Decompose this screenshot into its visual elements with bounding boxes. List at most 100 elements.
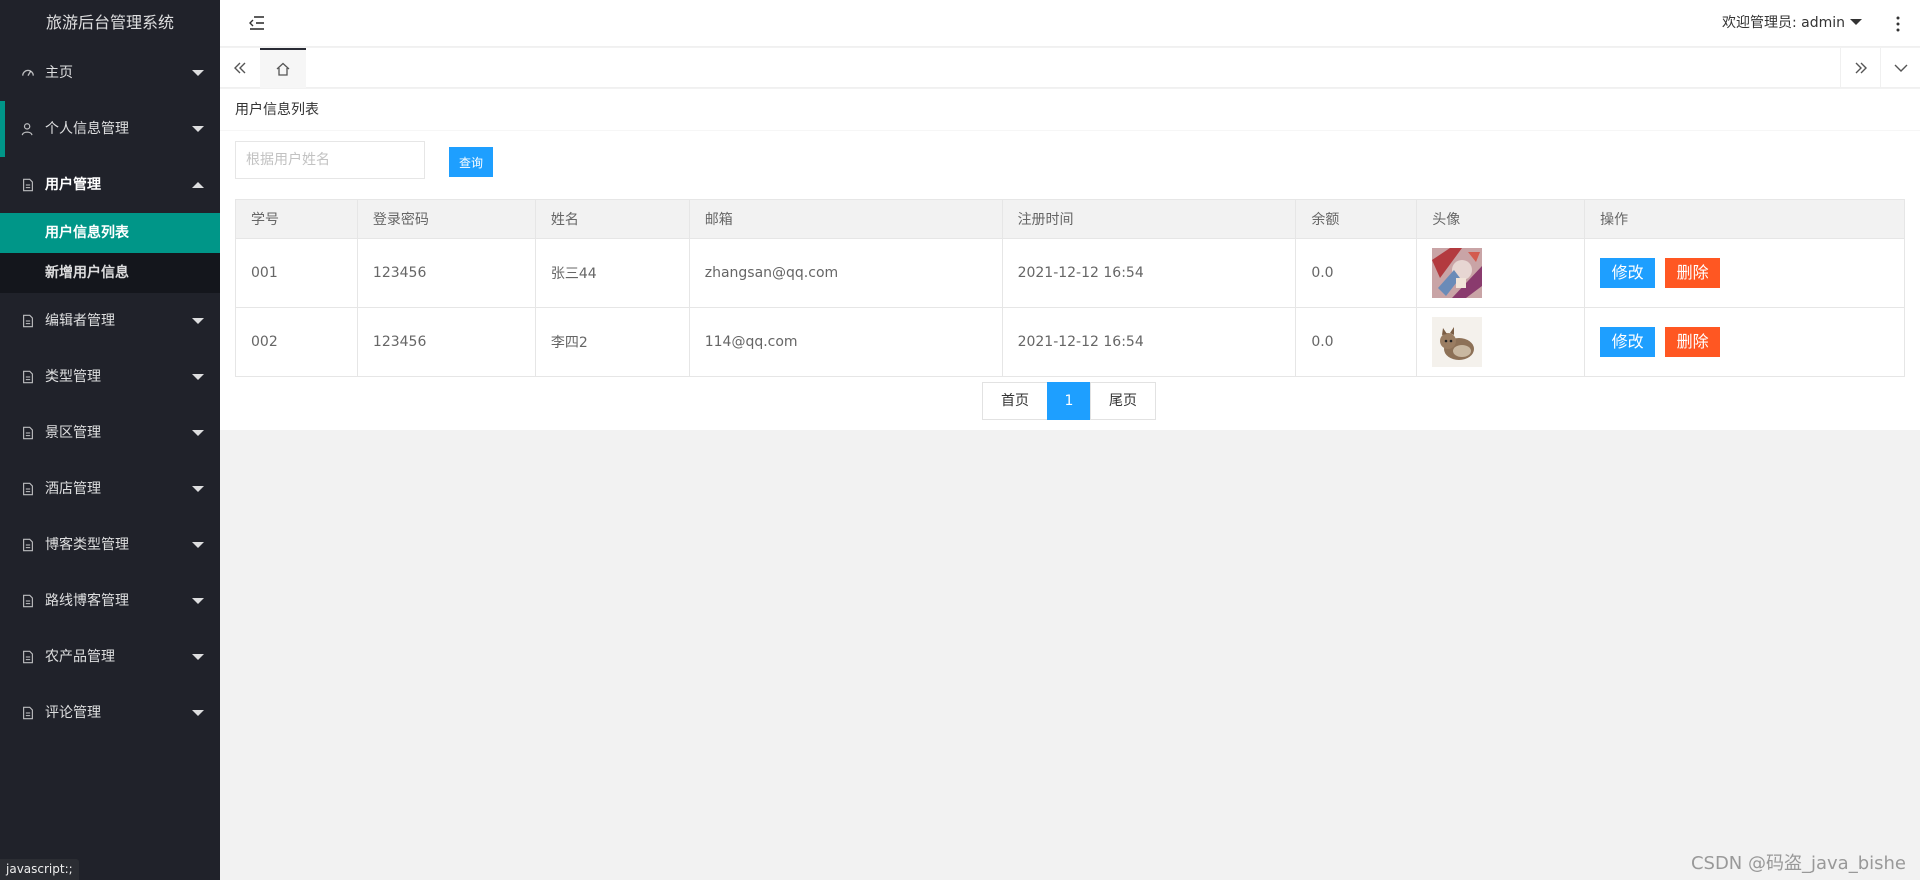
sidebar-subitem-user-list[interactable]: 用户信息列表 — [0, 213, 220, 253]
chevron-down-icon — [192, 654, 204, 660]
sidebar-item-users[interactable]: 用户管理 — [0, 157, 220, 213]
cell-avatar — [1416, 307, 1586, 377]
sidebar-item-hotels[interactable]: 酒店管理 — [0, 461, 220, 517]
chevron-down-icon — [192, 126, 204, 132]
menu-toggle-icon[interactable] — [248, 14, 266, 32]
chevron-down-icon — [192, 70, 204, 76]
pagination: 首页 1 尾页 — [982, 382, 1156, 420]
delete-button[interactable]: 删除 — [1665, 327, 1721, 357]
file-icon — [20, 649, 36, 665]
cell-name: 李四2 — [534, 307, 690, 377]
search-input[interactable] — [235, 141, 425, 179]
cell-password: 123456 — [356, 238, 536, 308]
sidebar-item-label: 农产品管理 — [45, 649, 115, 665]
cell-registered: 2021-12-12 16:54 — [1001, 307, 1297, 377]
sidebar-item-home[interactable]: 主页 — [0, 45, 220, 101]
sidebar-item-scenic[interactable]: 景区管理 — [0, 405, 220, 461]
card-title: 用户信息列表 — [220, 89, 1920, 131]
file-icon — [20, 537, 36, 553]
user-icon — [20, 121, 36, 137]
file-icon — [20, 425, 36, 441]
chevron-down-icon — [192, 318, 204, 324]
tab-home[interactable] — [260, 48, 306, 88]
sidebar-item-label: 景区管理 — [45, 425, 101, 441]
column-header: 登录密码 — [356, 199, 536, 239]
table-row: 001 123456 张三44 zhangsan@qq.com 2021-12-… — [235, 238, 1905, 308]
tabs-menu-chevron-down-icon[interactable] — [1880, 48, 1920, 88]
home-icon — [276, 62, 290, 76]
sidebar-item-label: 酒店管理 — [45, 481, 101, 497]
edit-button[interactable]: 修改 — [1600, 258, 1656, 288]
chevron-up-icon — [192, 182, 204, 188]
sidebar-item-label: 主页 — [45, 65, 73, 81]
sidebar-item-label: 用户管理 — [45, 177, 101, 193]
file-icon — [20, 313, 36, 329]
file-icon — [20, 705, 36, 721]
sidebar-item-editors[interactable]: 编辑者管理 — [0, 293, 220, 349]
sidebar-item-products[interactable]: 农产品管理 — [0, 629, 220, 685]
avatar — [1432, 248, 1483, 298]
content-card: 用户信息列表 查询 学号 登录密码 姓名 邮箱 注册时间 余额 头像 操作 00… — [220, 89, 1920, 430]
edit-button[interactable]: 修改 — [1600, 327, 1656, 357]
sidebar-item-label: 评论管理 — [45, 705, 101, 721]
column-header: 注册时间 — [1001, 199, 1297, 239]
sidebar-item-comments[interactable]: 评论管理 — [0, 685, 220, 741]
chevron-down-icon — [192, 710, 204, 716]
app-title: 旅游后台管理系统 — [0, 0, 220, 45]
chevron-down-icon — [192, 430, 204, 436]
top-header: 欢迎管理员: admin — [220, 0, 1920, 47]
chevron-down-icon — [192, 374, 204, 380]
cell-balance: 0.0 — [1295, 307, 1418, 377]
sidebar-item-label: 博客类型管理 — [45, 537, 129, 553]
tabs-bar — [220, 48, 1920, 88]
file-icon — [20, 593, 36, 609]
cell-actions: 修改 删除 — [1584, 238, 1905, 308]
chevron-down-icon — [192, 486, 204, 492]
user-table: 学号 登录密码 姓名 邮箱 注册时间 余额 头像 操作 001 123456 张… — [235, 199, 1905, 377]
admin-menu[interactable]: 欢迎管理员: admin — [1722, 0, 1862, 47]
file-icon — [20, 481, 36, 497]
search-button[interactable]: 查询 — [449, 147, 493, 177]
cell-email: zhangsan@qq.com — [688, 238, 1003, 308]
sidebar: 旅游后台管理系统 主页 个人信息管理 用户管理 用户信息列表 新增用户信息 编辑… — [0, 0, 220, 880]
column-header: 学号 — [235, 199, 358, 239]
scroll-tabs-left-icon[interactable] — [220, 48, 260, 88]
cell-id: 001 — [235, 238, 358, 308]
pager-first-button[interactable]: 首页 — [982, 382, 1048, 420]
sidebar-item-route-blogs[interactable]: 路线博客管理 — [0, 573, 220, 629]
sidebar-subnav-users: 用户信息列表 新增用户信息 — [0, 213, 220, 293]
column-header: 头像 — [1416, 199, 1586, 239]
sidebar-item-label: 编辑者管理 — [45, 313, 115, 329]
column-header: 姓名 — [534, 199, 690, 239]
cell-email: 114@qq.com — [688, 307, 1003, 377]
welcome-text: 欢迎管理员: admin — [1721, 15, 1845, 31]
table-row: 002 123456 李四2 114@qq.com 2021-12-12 16:… — [235, 307, 1905, 377]
dashboard-icon — [20, 65, 36, 81]
sidebar-item-profile[interactable]: 个人信息管理 — [0, 101, 220, 157]
column-header: 邮箱 — [688, 199, 1003, 239]
file-icon — [20, 369, 36, 385]
table-header-row: 学号 登录密码 姓名 邮箱 注册时间 余额 头像 操作 — [235, 199, 1905, 239]
sidebar-item-label: 类型管理 — [45, 369, 101, 385]
sidebar-item-types[interactable]: 类型管理 — [0, 349, 220, 405]
watermark: CSDN @码盗_java_bishe — [1690, 853, 1906, 874]
cell-id: 002 — [235, 307, 358, 377]
cell-name: 张三44 — [534, 238, 690, 308]
sidebar-item-blog-types[interactable]: 博客类型管理 — [0, 517, 220, 573]
sidebar-item-label: 路线博客管理 — [45, 593, 129, 609]
more-vertical-icon[interactable] — [1896, 15, 1900, 33]
chevron-down-icon — [192, 598, 204, 604]
column-header: 余额 — [1295, 199, 1418, 239]
chevron-down-icon — [1850, 19, 1862, 25]
avatar — [1432, 317, 1483, 367]
delete-button[interactable]: 删除 — [1665, 258, 1721, 288]
scroll-tabs-right-icon[interactable] — [1840, 48, 1880, 88]
pager-current-page[interactable]: 1 — [1047, 382, 1091, 420]
pager-last-button[interactable]: 尾页 — [1090, 382, 1156, 420]
cell-balance: 0.0 — [1295, 238, 1418, 308]
cell-registered: 2021-12-12 16:54 — [1001, 238, 1297, 308]
file-icon — [20, 177, 36, 193]
column-header: 操作 — [1584, 199, 1905, 239]
cell-actions: 修改 删除 — [1584, 307, 1905, 377]
sidebar-subitem-add-user[interactable]: 新增用户信息 — [0, 253, 220, 293]
